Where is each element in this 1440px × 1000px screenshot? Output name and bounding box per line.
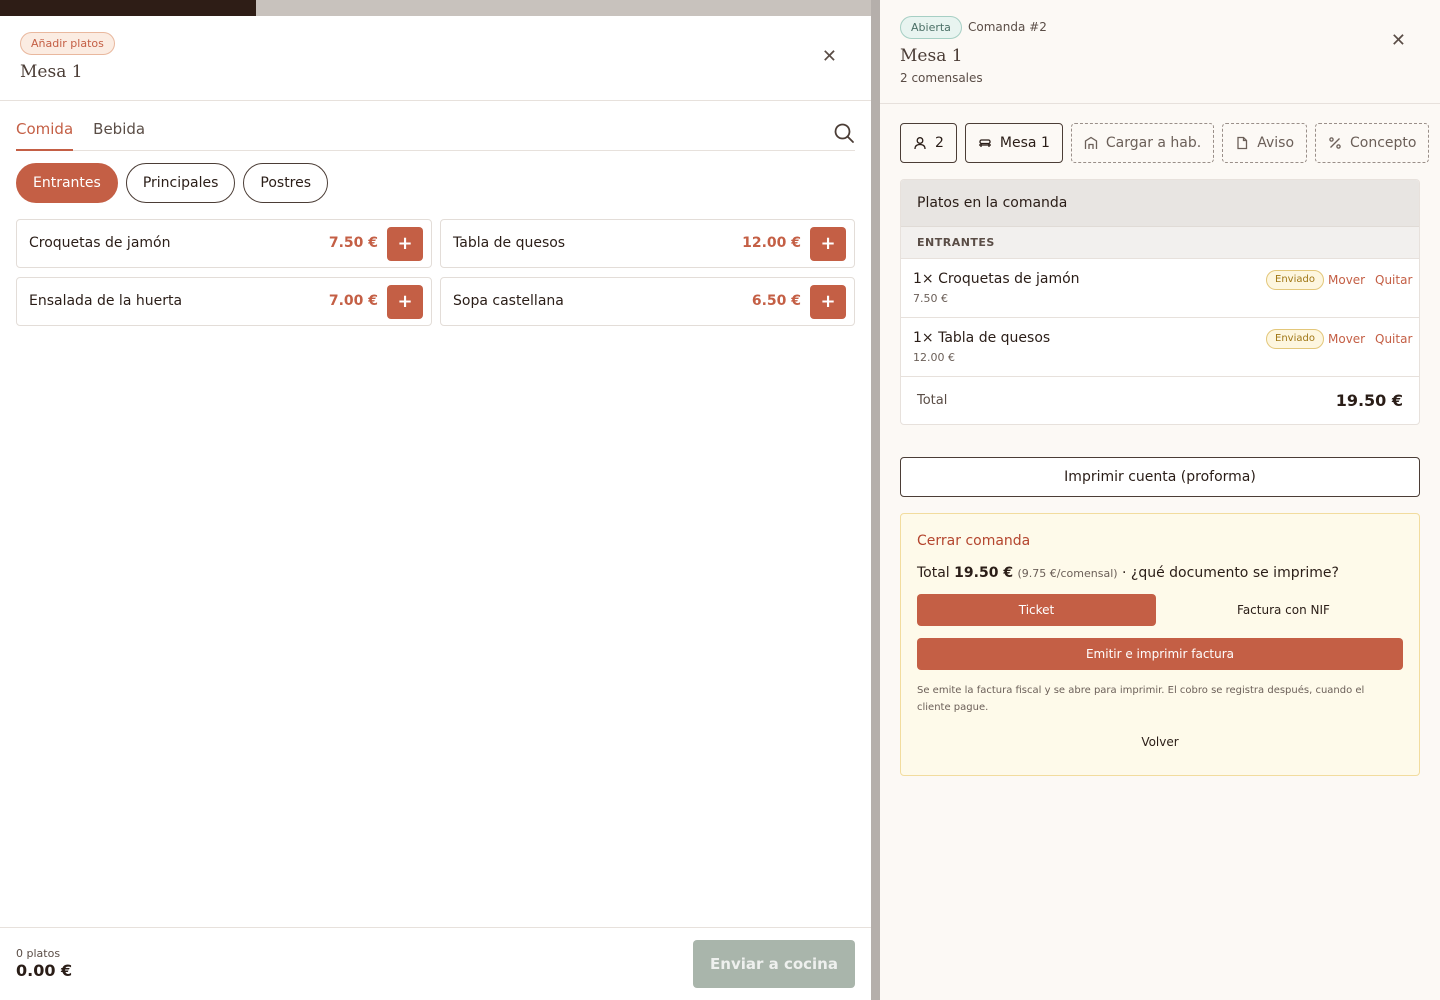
person-icon bbox=[914, 137, 926, 150]
send-to-kitchen-button[interactable]: Enviar a cocina bbox=[693, 940, 855, 988]
remove-line-link[interactable]: Quitar bbox=[1375, 273, 1412, 287]
order-items-header: Platos en la comanda bbox=[901, 180, 1419, 226]
category-starters[interactable]: Entrantes bbox=[16, 163, 118, 203]
close-total-value: 19.50 € bbox=[954, 565, 1014, 581]
diners-chip[interactable]: 2 bbox=[900, 123, 957, 163]
category-desserts[interactable]: Postres bbox=[243, 163, 329, 203]
dish-card: Sopa castellana 6.50 € + bbox=[440, 277, 855, 326]
category-filters: Entrantes Principales Postres bbox=[16, 163, 329, 203]
order-actions: 2 Mesa 1 Cargar a hab. Aviso Concepto bbox=[900, 123, 1430, 163]
add-dishes-header: Añadir platos Mesa 1 ✕ bbox=[0, 16, 871, 101]
order-header: Abierta Comanda #2 Mesa 1 2 comensales ✕ bbox=[880, 0, 1440, 104]
dish-price: 7.50 € bbox=[328, 235, 378, 251]
emit-invoice-button[interactable]: Emitir e imprimir factura bbox=[917, 638, 1403, 670]
dish-card: Ensalada de la huerta 7.00 € + bbox=[16, 277, 432, 326]
dish-grid: Croquetas de jamón 7.50 € + Tabla de que… bbox=[16, 219, 855, 326]
close-order-card: Cerrar comanda Total 19.50 € (9.75 €/com… bbox=[900, 513, 1420, 776]
dish-card: Tabla de quesos 12.00 € + bbox=[440, 219, 855, 268]
table-chip-label: Mesa 1 bbox=[999, 135, 1050, 151]
table-chip[interactable]: Mesa 1 bbox=[964, 123, 1063, 163]
add-dishes-badge: Añadir platos bbox=[20, 32, 115, 55]
tab-food[interactable]: Comida bbox=[16, 118, 74, 151]
background-dark-strip bbox=[0, 0, 256, 16]
background-divider bbox=[871, 0, 880, 1000]
close-total-prefix: Total bbox=[917, 565, 950, 581]
panel-title: Mesa 1 bbox=[20, 62, 83, 82]
add-dishes-panel: Añadir platos Mesa 1 ✕ Comida Bebida Ent… bbox=[0, 16, 871, 1000]
order-number: Comanda #2 bbox=[968, 20, 1047, 34]
add-dish-button[interactable]: + bbox=[810, 227, 846, 261]
charge-room-chip[interactable]: Cargar a hab. bbox=[1070, 123, 1215, 163]
add-dish-button[interactable]: + bbox=[387, 227, 423, 261]
section-label: ENTRANTES bbox=[901, 226, 1419, 258]
building-icon bbox=[1084, 136, 1098, 149]
doc-invoice-nif-option[interactable]: Factura con NIF bbox=[1164, 594, 1403, 626]
background-light-strip bbox=[256, 0, 880, 16]
search-icon[interactable] bbox=[833, 122, 855, 144]
total-value: 19.50 € bbox=[1335, 391, 1403, 410]
charge-room-chip-label: Cargar a hab. bbox=[1105, 135, 1202, 151]
line-name: 1× Croquetas de jamón bbox=[913, 271, 1080, 287]
line-price: 7.50 € bbox=[913, 292, 948, 305]
dish-price: 6.50 € bbox=[751, 293, 801, 309]
menu-tabs: Comida Bebida bbox=[16, 118, 855, 151]
diners-chip-label: 2 bbox=[935, 135, 944, 151]
close-order-note: Se emite la factura fiscal y se abre par… bbox=[917, 685, 1365, 713]
notice-chip[interactable]: Aviso bbox=[1222, 123, 1308, 163]
order-items-card: Platos en la comanda ENTRANTES 1× Croque… bbox=[900, 179, 1420, 425]
close-icon[interactable]: ✕ bbox=[822, 46, 837, 67]
dish-price: 12.00 € bbox=[742, 235, 801, 251]
total-label: Total bbox=[917, 393, 948, 408]
notice-chip-label: Aviso bbox=[1257, 135, 1295, 151]
add-dish-button[interactable]: + bbox=[810, 285, 846, 319]
close-order-summary: Total 19.50 € (9.75 €/comensal) · ¿qué d… bbox=[917, 565, 1339, 581]
concept-chip-label: Concepto bbox=[1350, 135, 1417, 151]
dish-name: Croquetas de jamón bbox=[29, 235, 171, 251]
document-question: · ¿qué documento se imprime? bbox=[1122, 565, 1339, 581]
move-line-link[interactable]: Mover bbox=[1328, 332, 1365, 346]
order-panel: Abierta Comanda #2 Mesa 1 2 comensales ✕… bbox=[880, 0, 1440, 1000]
close-order-title: Cerrar comanda bbox=[917, 533, 1031, 549]
dish-card: Croquetas de jamón 7.50 € + bbox=[16, 219, 432, 268]
selected-total: 0.00 € bbox=[16, 961, 73, 980]
concept-chip[interactable]: Concepto bbox=[1315, 123, 1430, 163]
close-icon[interactable]: ✕ bbox=[1391, 30, 1406, 51]
sent-badge: Enviado bbox=[1266, 270, 1324, 290]
order-line: 1× Croquetas de jamón 7.50 € Enviado Mov… bbox=[901, 258, 1419, 317]
line-name: 1× Tabla de quesos bbox=[913, 330, 1051, 346]
order-line: 1× Tabla de quesos 12.00 € Enviado Mover… bbox=[901, 317, 1419, 376]
dish-name: Ensalada de la huerta bbox=[29, 293, 183, 309]
diners-count: 2 comensales bbox=[900, 71, 983, 85]
back-button[interactable]: Volver bbox=[901, 735, 1419, 749]
tab-drinks[interactable]: Bebida bbox=[93, 118, 145, 150]
remove-line-link[interactable]: Quitar bbox=[1375, 332, 1412, 346]
doc-ticket-option[interactable]: Ticket bbox=[917, 594, 1156, 626]
order-title: Mesa 1 bbox=[900, 46, 963, 66]
status-badge: Abierta bbox=[900, 16, 962, 39]
add-dishes-footer: 0 platos 0.00 € Enviar a cocina bbox=[0, 927, 871, 1000]
dish-name: Sopa castellana bbox=[453, 293, 564, 309]
category-mains[interactable]: Principales bbox=[125, 163, 236, 203]
selected-count: 0 platos bbox=[16, 947, 61, 960]
add-dish-button[interactable]: + bbox=[387, 285, 423, 319]
percent-icon bbox=[1329, 137, 1341, 149]
print-proforma-button[interactable]: Imprimir cuenta (proforma) bbox=[900, 457, 1420, 497]
order-total-row: Total 19.50 € bbox=[901, 376, 1419, 424]
dish-name: Tabla de quesos bbox=[453, 235, 566, 251]
line-price: 12.00 € bbox=[913, 351, 955, 364]
table-icon bbox=[978, 139, 991, 147]
document-icon bbox=[1237, 136, 1248, 150]
per-diner-amount: (9.75 €/comensal) bbox=[1017, 567, 1118, 580]
dish-price: 7.00 € bbox=[328, 293, 378, 309]
move-line-link[interactable]: Mover bbox=[1328, 273, 1365, 287]
sent-badge: Enviado bbox=[1266, 329, 1324, 349]
